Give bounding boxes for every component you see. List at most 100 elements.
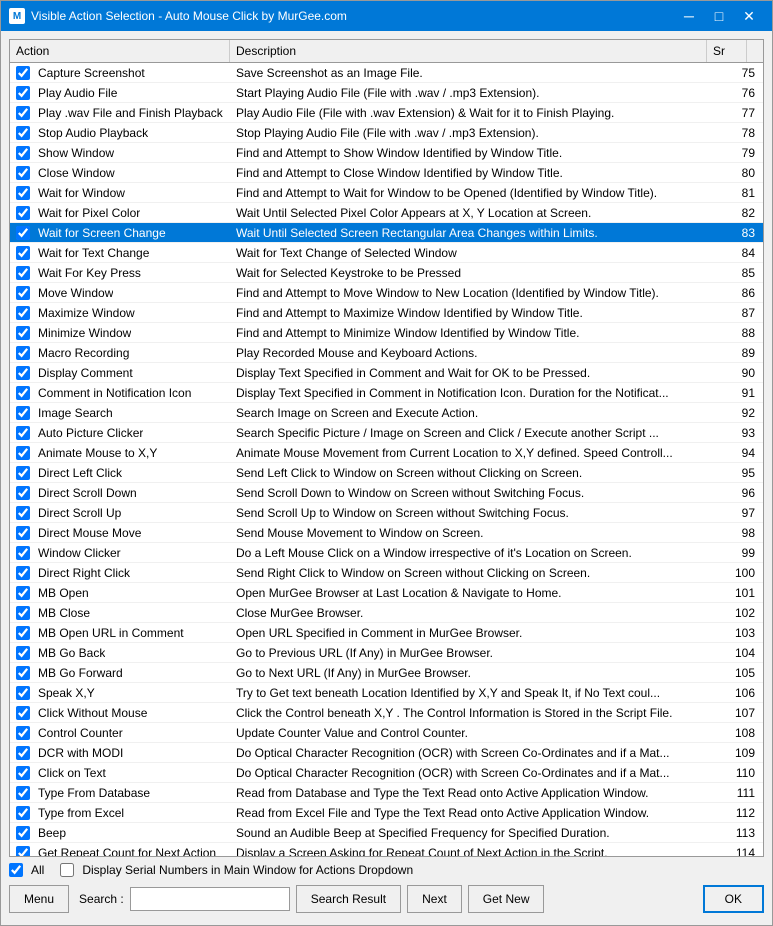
row-checkbox[interactable]: [16, 506, 30, 520]
table-row[interactable]: BeepSound an Audible Beep at Specified F…: [10, 823, 763, 843]
sr-cell: 101: [723, 583, 763, 602]
close-button[interactable]: ✕: [734, 1, 764, 31]
row-checkbox[interactable]: [16, 546, 30, 560]
row-checkbox[interactable]: [16, 626, 30, 640]
row-checkbox[interactable]: [16, 426, 30, 440]
table-row[interactable]: Wait For Key PressWait for Selected Keys…: [10, 263, 763, 283]
table-row[interactable]: Get Repeat Count for Next ActionDisplay …: [10, 843, 763, 856]
table-row[interactable]: Move WindowFind and Attempt to Move Wind…: [10, 283, 763, 303]
row-checkbox[interactable]: [16, 766, 30, 780]
row-checkbox[interactable]: [16, 326, 30, 340]
row-checkbox[interactable]: [16, 86, 30, 100]
minimize-button[interactable]: ─: [674, 1, 704, 31]
table-row[interactable]: Speak X,YTry to Get text beneath Locatio…: [10, 683, 763, 703]
all-checkbox[interactable]: [9, 863, 23, 877]
table-row[interactable]: Wait for Screen ChangeWait Until Selecte…: [10, 223, 763, 243]
table-row[interactable]: DCR with MODIDo Optical Character Recogn…: [10, 743, 763, 763]
table-row[interactable]: MB OpenOpen MurGee Browser at Last Locat…: [10, 583, 763, 603]
get-new-button[interactable]: Get New: [468, 885, 545, 913]
all-label[interactable]: All: [31, 863, 44, 877]
row-checkbox[interactable]: [16, 606, 30, 620]
table-row[interactable]: Capture ScreenshotSave Screenshot as an …: [10, 63, 763, 83]
row-checkbox[interactable]: [16, 206, 30, 220]
header-sr[interactable]: Sr: [707, 40, 747, 62]
table-body[interactable]: Capture ScreenshotSave Screenshot as an …: [10, 63, 763, 856]
row-checkbox[interactable]: [16, 706, 30, 720]
row-checkbox[interactable]: [16, 66, 30, 80]
row-checkbox[interactable]: [16, 446, 30, 460]
header-action[interactable]: Action: [10, 40, 230, 62]
row-checkbox[interactable]: [16, 406, 30, 420]
row-checkbox[interactable]: [16, 806, 30, 820]
table-row[interactable]: Macro RecordingPlay Recorded Mouse and K…: [10, 343, 763, 363]
table-row[interactable]: Maximize WindowFind and Attempt to Maxim…: [10, 303, 763, 323]
row-checkbox[interactable]: [16, 666, 30, 680]
serial-numbers-checkbox[interactable]: [60, 863, 74, 877]
header-description[interactable]: Description: [230, 40, 707, 62]
row-checkbox[interactable]: [16, 246, 30, 260]
action-cell: Control Counter: [10, 723, 230, 742]
table-row[interactable]: Click Without MouseClick the Control ben…: [10, 703, 763, 723]
table-row[interactable]: Auto Picture ClickerSearch Specific Pict…: [10, 423, 763, 443]
action-cell: Macro Recording: [10, 343, 230, 362]
table-row[interactable]: Direct Mouse MoveSend Mouse Movement to …: [10, 523, 763, 543]
table-row[interactable]: Play Audio FileStart Playing Audio File …: [10, 83, 763, 103]
table-row[interactable]: Wait for WindowFind and Attempt to Wait …: [10, 183, 763, 203]
row-checkbox[interactable]: [16, 266, 30, 280]
serial-label[interactable]: Display Serial Numbers in Main Window fo…: [82, 863, 413, 877]
next-button[interactable]: Next: [407, 885, 462, 913]
row-checkbox[interactable]: [16, 226, 30, 240]
table-row[interactable]: Image SearchSearch Image on Screen and E…: [10, 403, 763, 423]
row-checkbox[interactable]: [16, 566, 30, 580]
table-row[interactable]: Direct Right ClickSend Right Click to Wi…: [10, 563, 763, 583]
table-row[interactable]: Type from ExcelRead from Excel File and …: [10, 803, 763, 823]
row-checkbox[interactable]: [16, 366, 30, 380]
row-checkbox[interactable]: [16, 166, 30, 180]
row-checkbox[interactable]: [16, 346, 30, 360]
table-row[interactable]: Wait for Pixel ColorWait Until Selected …: [10, 203, 763, 223]
table-row[interactable]: Show WindowFind and Attempt to Show Wind…: [10, 143, 763, 163]
table-row[interactable]: Type From DatabaseRead from Database and…: [10, 783, 763, 803]
row-checkbox[interactable]: [16, 846, 30, 857]
row-checkbox[interactable]: [16, 186, 30, 200]
row-checkbox[interactable]: [16, 286, 30, 300]
row-checkbox[interactable]: [16, 586, 30, 600]
row-checkbox[interactable]: [16, 786, 30, 800]
row-checkbox[interactable]: [16, 386, 30, 400]
table-row[interactable]: MB CloseClose MurGee Browser.102: [10, 603, 763, 623]
table-row[interactable]: Display CommentDisplay Text Specified in…: [10, 363, 763, 383]
row-checkbox[interactable]: [16, 486, 30, 500]
row-checkbox[interactable]: [16, 146, 30, 160]
search-result-button[interactable]: Search Result: [296, 885, 401, 913]
table-row[interactable]: MB Go ForwardGo to Next URL (If Any) in …: [10, 663, 763, 683]
row-checkbox[interactable]: [16, 106, 30, 120]
maximize-button[interactable]: □: [704, 1, 734, 31]
search-input[interactable]: [130, 887, 290, 911]
table-row[interactable]: Window ClickerDo a Left Mouse Click on a…: [10, 543, 763, 563]
row-checkbox[interactable]: [16, 746, 30, 760]
table-row[interactable]: Direct Left ClickSend Left Click to Wind…: [10, 463, 763, 483]
ok-button[interactable]: OK: [703, 885, 764, 913]
row-checkbox[interactable]: [16, 526, 30, 540]
row-checkbox[interactable]: [16, 306, 30, 320]
row-checkbox[interactable]: [16, 646, 30, 660]
table-row[interactable]: Stop Audio PlaybackStop Playing Audio Fi…: [10, 123, 763, 143]
table-row[interactable]: Wait for Text ChangeWait for Text Change…: [10, 243, 763, 263]
table-row[interactable]: Animate Mouse to X,YAnimate Mouse Moveme…: [10, 443, 763, 463]
table-row[interactable]: MB Go BackGo to Previous URL (If Any) in…: [10, 643, 763, 663]
table-row[interactable]: Click on TextDo Optical Character Recogn…: [10, 763, 763, 783]
row-checkbox[interactable]: [16, 726, 30, 740]
row-checkbox[interactable]: [16, 126, 30, 140]
table-row[interactable]: Control CounterUpdate Counter Value and …: [10, 723, 763, 743]
table-row[interactable]: Play .wav File and Finish PlaybackPlay A…: [10, 103, 763, 123]
table-row[interactable]: Direct Scroll UpSend Scroll Up to Window…: [10, 503, 763, 523]
row-checkbox[interactable]: [16, 686, 30, 700]
table-row[interactable]: Minimize WindowFind and Attempt to Minim…: [10, 323, 763, 343]
row-checkbox[interactable]: [16, 826, 30, 840]
menu-button[interactable]: Menu: [9, 885, 69, 913]
row-checkbox[interactable]: [16, 466, 30, 480]
table-row[interactable]: Close WindowFind and Attempt to Close Wi…: [10, 163, 763, 183]
table-row[interactable]: Comment in Notification IconDisplay Text…: [10, 383, 763, 403]
table-row[interactable]: Direct Scroll DownSend Scroll Down to Wi…: [10, 483, 763, 503]
table-row[interactable]: MB Open URL in CommentOpen URL Specified…: [10, 623, 763, 643]
